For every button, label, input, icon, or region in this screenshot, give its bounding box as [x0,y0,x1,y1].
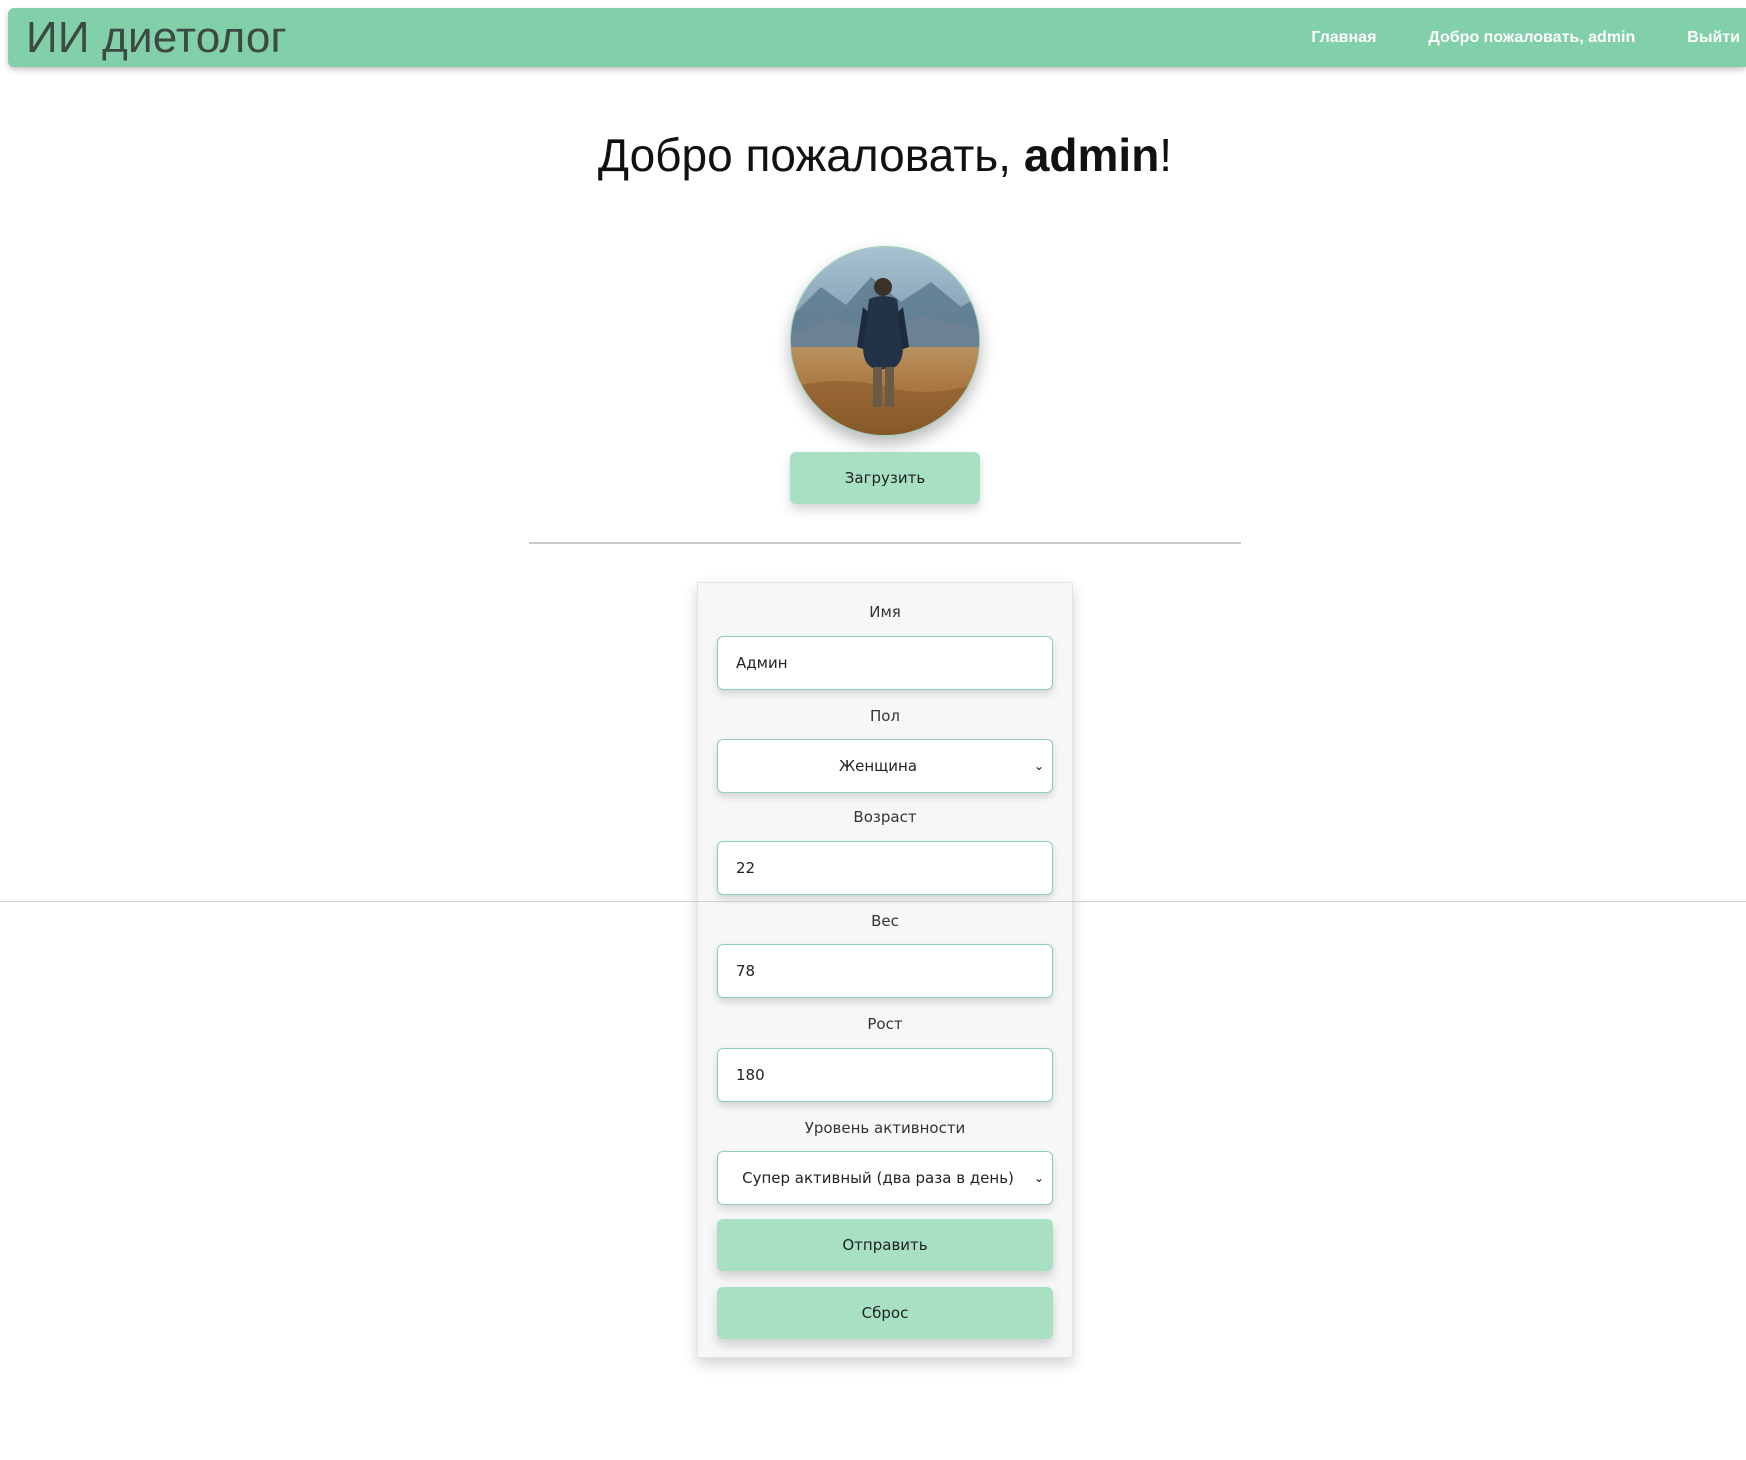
weight-label: Вес [871,912,899,930]
upload-button[interactable]: Загрузить [790,452,980,504]
welcome-prefix: Добро пожаловать, [597,129,1024,181]
activity-select[interactable]: Супер активный (два раза в день) ⌄ [717,1151,1053,1205]
welcome-suffix: ! [1159,129,1173,181]
chevron-down-icon: ⌄ [1033,1171,1044,1185]
weight-input[interactable] [717,944,1053,998]
gender-selected-value: Женщина [838,757,918,775]
name-label: Имя [869,603,901,621]
age-label: Возраст [853,808,917,826]
nav-link-home[interactable]: Главная [1311,29,1376,47]
reset-button[interactable]: Сброс [717,1287,1053,1339]
nav-link-profile[interactable]: Добро пожаловать, admin [1428,29,1635,47]
height-label: Рост [867,1015,903,1033]
gender-select[interactable]: Женщина ⌄ [717,739,1053,793]
chevron-down-icon: ⌄ [1033,759,1044,773]
height-input[interactable] [717,1048,1053,1102]
nav-links: Главная Добро пожаловать, admin Выйти [1259,8,1746,67]
profile-form: Имя Пол Женщина ⌄ Возраст Вес Рост Урове… [697,582,1073,1358]
name-input[interactable] [717,636,1053,690]
welcome-heading: Добро пожаловать, admin! [0,130,1746,181]
welcome-username: admin [1023,129,1160,181]
profile-photo-icon [791,247,979,435]
activity-selected-value: Супер активный (два раза в день) [742,1169,1014,1187]
gender-label: Пол [869,707,901,725]
avatar [790,246,980,436]
top-navbar: ИИ диетолог Главная Добро пожаловать, ad… [8,8,1746,67]
nav-link-logout[interactable]: Выйти [1687,29,1740,47]
brand-title[interactable]: ИИ диетолог [26,15,287,60]
age-input[interactable] [717,841,1053,895]
submit-button[interactable]: Отправить [717,1219,1053,1271]
divider [529,542,1241,544]
activity-label: Уровень активности [804,1119,966,1137]
